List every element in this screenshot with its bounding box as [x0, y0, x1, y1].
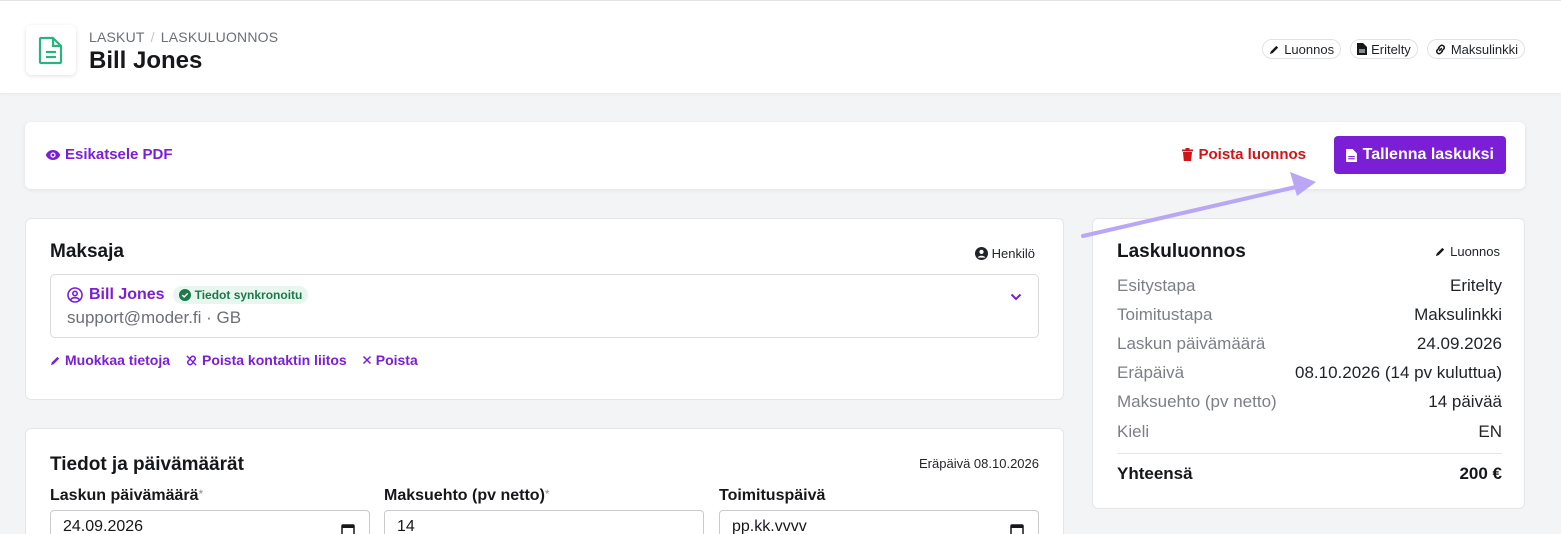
breadcrumb-draft: LASKULUONNOS: [160, 29, 279, 45]
summary-row: Eräpäivä 08.10.2026 (14 pv kuluttua): [1117, 363, 1502, 383]
summary-total: Yhteensä 200 €: [1117, 453, 1502, 484]
summary-status-badge: Luonnos: [1435, 244, 1500, 259]
person-type-tag: Henkilö: [974, 246, 1035, 261]
invoice-document-icon: [26, 25, 76, 75]
action-bar: Esikatsele PDF Poista luonnos Tallenna l…: [25, 122, 1525, 189]
remove-payer-link[interactable]: Poista: [362, 352, 418, 368]
payment-term-label: Maksuehto (pv netto)*: [384, 487, 550, 504]
breadcrumb-invoices[interactable]: LASKUT: [89, 29, 145, 45]
unlink-contact-link[interactable]: Poista kontaktin liitos: [185, 352, 347, 368]
document-icon: [1357, 43, 1368, 55]
close-icon: [362, 355, 371, 365]
user-circle-icon: [974, 247, 988, 260]
payer-selector[interactable]: Bill Jones Tiedot synkronoitu support@mo…: [50, 274, 1039, 338]
payer-heading: Maksaja: [50, 241, 124, 262]
invoice-summary-card: Laskuluonnos Luonnos Esitystapa Eritelty …: [1092, 218, 1525, 509]
preview-pdf-link[interactable]: Esikatsele PDF: [45, 146, 173, 163]
sync-status-badge: Tiedot synkronoitu: [172, 286, 309, 304]
invoice-date-label: Laskun päivämäärä*: [50, 487, 204, 504]
payer-card: Maksaja Henkilö Bill Jones Tiedot synkro…: [25, 218, 1064, 400]
summary-heading: Laskuluonnos: [1117, 241, 1246, 262]
save-as-invoice-button[interactable]: Tallenna laskuksi: [1333, 136, 1506, 174]
status-badge-itemized: Eritelty: [1350, 39, 1418, 59]
payment-term-input[interactable]: 14: [384, 510, 704, 534]
delivery-date-label: Toimituspäivä: [719, 487, 826, 504]
summary-row: Kieli EN: [1117, 421, 1502, 441]
document-icon: [1345, 148, 1357, 162]
summary-row: Maksuehto (pv netto) 14 päivää: [1117, 392, 1502, 412]
trash-icon: [1182, 148, 1194, 161]
payer-actions: Muokkaa tietoja Poista kontaktin liitos …: [50, 352, 418, 368]
breadcrumb: LASKUT / LASKULUONNOS: [89, 29, 279, 45]
calendar-icon[interactable]: [341, 523, 355, 534]
summary-row: Laskun päivämäärä 24.09.2026: [1117, 333, 1502, 353]
link-icon: [1435, 44, 1445, 54]
check-circle-icon: [178, 289, 191, 301]
due-date-note: Eräpäivä 08.10.2026: [919, 456, 1039, 471]
summary-row: Esitystapa Eritelty: [1117, 275, 1502, 295]
payer-name: Bill Jones Tiedot synkronoitu: [67, 286, 309, 304]
invoice-date-input[interactable]: 24.09.2026: [50, 510, 370, 534]
eye-icon: [45, 149, 61, 160]
details-dates-heading: Tiedot ja päivämäärät: [50, 454, 244, 475]
pencil-icon: [1436, 247, 1445, 257]
summary-row: Toimitustapa Maksulinkki: [1117, 304, 1502, 324]
pencil-icon: [1270, 45, 1279, 54]
page-title: Bill Jones: [89, 47, 203, 74]
pencil-icon: [50, 356, 60, 365]
payer-contact-details: support@moder.fi · GB: [67, 308, 242, 327]
status-badges: Luonnos Eritelty Maksulinkki: [1262, 39, 1525, 59]
status-badge-paylink: Maksulinkki: [1426, 39, 1525, 59]
status-badge-draft: Luonnos: [1262, 39, 1342, 59]
summary-rows: Esitystapa Eritelty Toimitustapa Maksulink…: [1117, 271, 1502, 446]
chevron-down-icon[interactable]: [1010, 293, 1022, 301]
details-dates-card: Tiedot ja päivämäärät Eräpäivä 08.10.202…: [25, 428, 1064, 534]
delivery-date-input[interactable]: pp.kk.vvvv: [719, 510, 1039, 534]
unlink-icon: [186, 354, 197, 366]
page-header: LASKUT / LASKULUONNOS Bill Jones Luonnos E…: [0, 0, 1561, 93]
calendar-icon[interactable]: [1010, 523, 1024, 534]
edit-details-link[interactable]: Muokkaa tietoja: [50, 352, 170, 368]
delete-draft-button[interactable]: Poista luonnos: [1182, 146, 1306, 163]
user-circle-icon: [67, 287, 83, 303]
